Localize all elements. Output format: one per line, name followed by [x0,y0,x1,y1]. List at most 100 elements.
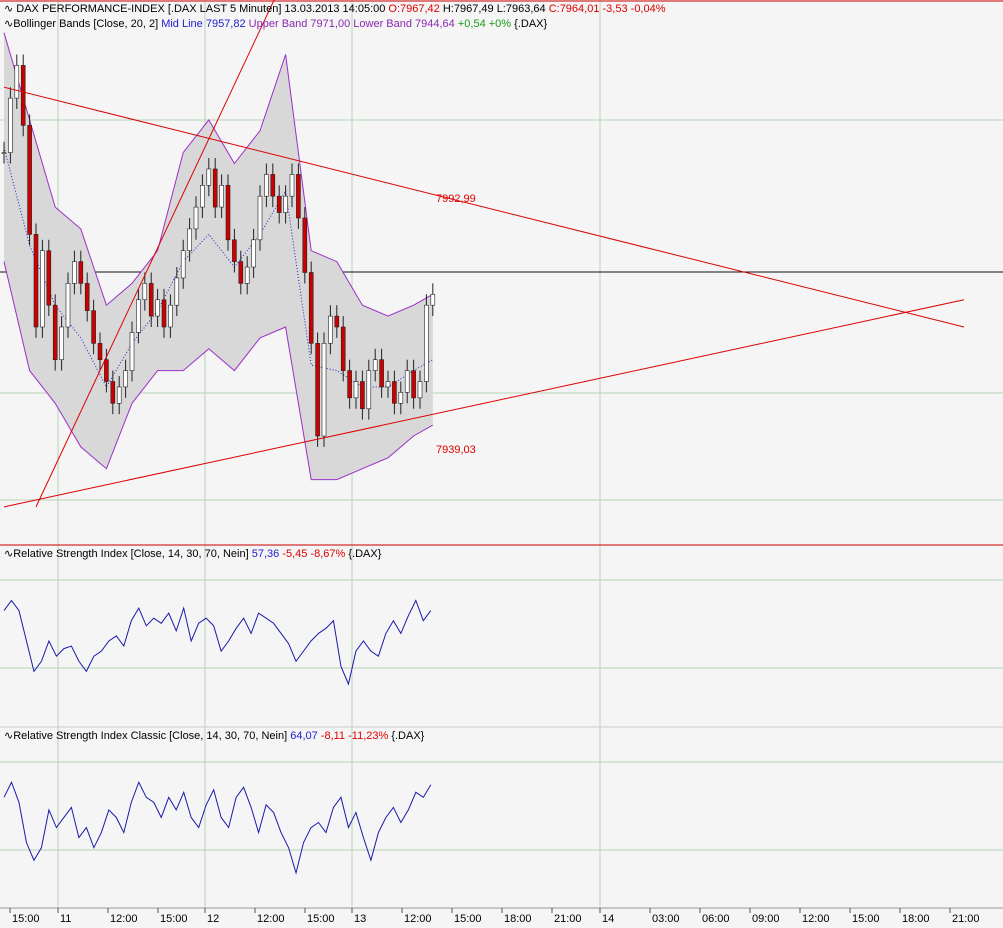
stock-chart[interactable]: 15:00 11 12:00 15:00 12 12:00 15:00 13 12:00 15:0… [0,0,1003,928]
price-pane[interactable] [1,0,965,508]
candle-body [46,250,52,306]
candle-body [430,293,436,306]
change-pct-value: -0,04% [630,3,666,15]
candle-body [104,359,109,382]
candle-body [78,261,84,284]
grid-lines [0,0,1003,908]
candle-body [72,261,77,284]
candle-body [379,359,384,388]
candle-body [219,185,224,208]
x-tick-label: 06:00 [702,913,730,925]
candle-body [289,174,295,197]
x-tick-label: 18:00 [504,913,532,925]
candle-body [97,343,103,361]
candle-body [264,174,269,197]
candle-body [142,283,148,301]
mid-line-label: Mid Line 7957,82 [161,18,246,30]
rsi-classic-header: ∿Relative Strength Index Classic [Close,… [4,730,424,743]
candle-body [123,370,128,388]
candle-body [187,228,192,251]
x-tick-label: 11 [60,913,71,925]
candle-body [129,332,135,371]
candle-body [174,277,180,306]
candle-body [155,299,160,317]
bollinger-change: +0,54 +0% [457,18,512,30]
candle-body [206,168,212,186]
candle-body [404,370,410,393]
candle-body [398,392,404,404]
candle-body [225,185,231,241]
rsi-pane[interactable] [3,599,432,686]
x-tick-label: 21:00 [952,913,980,925]
candle-body [315,343,320,437]
candle-body [251,239,256,268]
candle-body [372,359,378,371]
candle-body [148,283,154,317]
candle-body [20,65,26,126]
candle-body [27,125,32,235]
x-axis: 15:00 11 12:00 15:00 12 12:00 15:00 13 12:00 15:0… [0,907,1003,925]
candle-body [200,185,205,208]
line-chart-icon: ∿ [4,548,14,560]
rsi-value: 57,36 [251,548,280,560]
change-value: -3,53 [602,3,628,15]
candle-body [193,206,199,230]
candle-body [14,65,20,99]
x-tick-label: 13 [354,913,366,925]
candle-body [161,299,167,328]
rsi-classic-label: Relative Strength Index Classic [Close, … [13,730,288,742]
x-tick-label: 15:00 [454,913,482,925]
x-tick-label: 21:00 [554,913,582,925]
lower-band-label: Lower Band 7944,64 [353,18,455,30]
candle-body [238,261,244,284]
candle-body [276,195,282,213]
open-value: O:7967,42 [388,3,440,15]
rsi-classic-pane[interactable] [3,780,432,875]
rsi-classic-change: -8,11 -11,23% [320,730,389,742]
candle-body [283,195,288,213]
low-value: L:7963,64 [496,3,546,15]
x-tick-label: 03:00 [652,913,680,925]
candle-body [110,381,116,404]
candle-body [417,381,423,399]
candle-body [33,234,39,328]
candle-body [212,168,218,208]
candle-body [328,315,333,344]
candle-body [353,381,359,399]
line-chart-icon: ∿ [4,730,14,742]
candle-body [302,217,308,273]
x-tick-label: 12 [207,913,219,925]
rsi-label: Relative Strength Index [Close, 14, 30, … [13,548,249,560]
rsi-classic-value: 64,07 [290,730,318,742]
candle-body [424,304,429,382]
x-tick-label: 12:00 [110,913,138,925]
candle-body [8,97,13,153]
bollinger-label: Bollinger Bands [Close, 20, 2] [13,18,159,30]
candle-body [65,283,71,328]
candle-body [308,272,314,344]
line-chart-icon: ∿ [4,18,14,30]
candle-body [392,381,397,404]
rsi-classic-line [3,780,432,875]
upper-level-label: 7992,99 [436,193,476,205]
candle-body [244,266,250,284]
close-value: C:7964,01 [548,3,600,15]
candle-body [84,283,90,311]
candle-body [366,370,372,410]
candle-body [340,326,346,371]
candle-body [270,174,276,197]
x-tick-label: 09:00 [752,913,780,925]
candle-body [1,152,7,154]
candle-body [91,310,96,344]
x-tick-label: 14 [602,913,614,925]
chart-title: DAX PERFORMANCE-INDEX [.DAX LAST 5 Minut… [16,3,386,15]
candle-body [334,315,340,328]
x-tick-label: 18:00 [902,913,930,925]
upper-band-label: Upper Band 7971,00 [248,18,351,30]
x-tick-label: 12:00 [802,913,830,925]
candle-body [136,299,141,333]
rsi-classic-symbol: {.DAX} [391,730,425,742]
lower-level-label: 7939,03 [436,444,476,456]
candle-body [168,304,173,328]
x-tick-label: 15:00 [12,913,40,925]
